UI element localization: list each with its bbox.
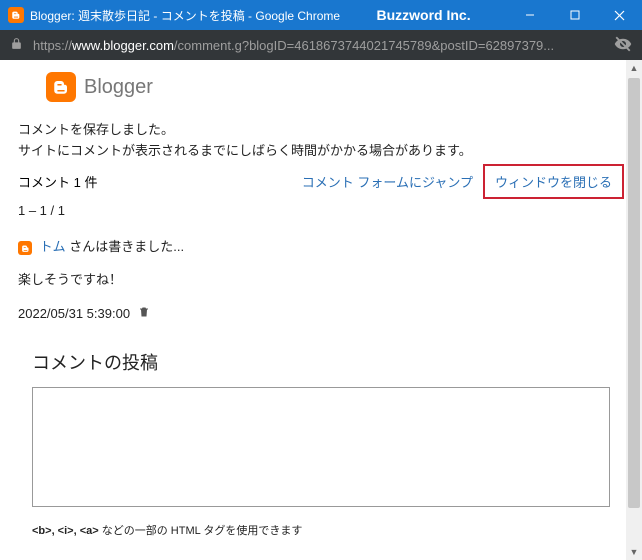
comment-author-link[interactable]: トム: [40, 239, 66, 254]
page-content: Blogger コメントを保存しました。 サイトにコメントが表示されるまでにしば…: [0, 60, 642, 560]
window-titlebar: Blogger: 週末散歩日記 - コメントを投稿 - Google Chrom…: [0, 0, 642, 30]
hint-rest: などの一部の HTML タグを使用できます: [99, 525, 303, 537]
saved-message: コメントを保存しました。: [18, 120, 624, 141]
lock-icon: [10, 37, 23, 53]
scrollbar-thumb[interactable]: [628, 78, 640, 508]
comment-textarea[interactable]: [32, 387, 610, 507]
blogger-wordmark: Blogger: [84, 76, 153, 99]
jump-to-form-link[interactable]: コメント フォームにジャンプ: [302, 172, 473, 191]
window-title: Blogger: 週末散歩日記 - コメントを投稿 - Google Chrom…: [30, 7, 340, 24]
html-hint: <b>, <i>, <a> などの一部の HTML タグを使用できます: [32, 522, 610, 538]
minimize-button[interactable]: [507, 0, 552, 30]
wrote-label: さんは書きました...: [66, 239, 184, 254]
close-window-link[interactable]: ウィンドウを閉じる: [483, 164, 624, 199]
hint-tags: <b>, <i>, <a>: [32, 525, 99, 537]
maximize-button[interactable]: [552, 0, 597, 30]
comment-body: 楽しそうですね！: [18, 269, 624, 288]
comment-item: トム さんは書きました... 楽しそうですね！ 2022/05/31 5:39:…: [18, 236, 624, 322]
comment-count: コメント 1 件: [18, 172, 97, 191]
address-bar[interactable]: https://www.blogger.com/comment.g?blogID…: [0, 30, 642, 60]
window-controls: [507, 0, 642, 30]
scroll-down-arrow-icon[interactable]: ▼: [626, 544, 642, 560]
url-path: /comment.g?blogID=4618673744021745789&po…: [174, 38, 554, 53]
delete-comment-icon[interactable]: [138, 306, 150, 321]
blogger-header: Blogger: [18, 72, 624, 102]
post-comment-heading: コメントの投稿: [32, 349, 610, 375]
scroll-up-arrow-icon[interactable]: ▲: [626, 60, 642, 76]
company-label: Buzzword Inc.: [340, 7, 507, 23]
incognito-eye-icon[interactable]: [614, 35, 632, 56]
url-text: https://www.blogger.com/comment.g?blogID…: [33, 38, 606, 53]
blogger-mini-icon: [18, 241, 32, 255]
vertical-scrollbar[interactable]: ▲ ▼: [626, 60, 642, 560]
blogger-favicon: [8, 7, 24, 23]
comment-timestamp: 2022/05/31 5:39:00: [18, 306, 130, 321]
url-host: www.blogger.com: [72, 38, 174, 53]
blogger-logo-icon: [46, 72, 76, 102]
url-scheme: https://: [33, 38, 72, 53]
comment-range: 1 – 1 / 1: [18, 203, 624, 218]
close-button[interactable]: [597, 0, 642, 30]
delay-message: サイトにコメントが表示されるまでにしばらく時間がかかる場合があります。: [18, 141, 624, 162]
